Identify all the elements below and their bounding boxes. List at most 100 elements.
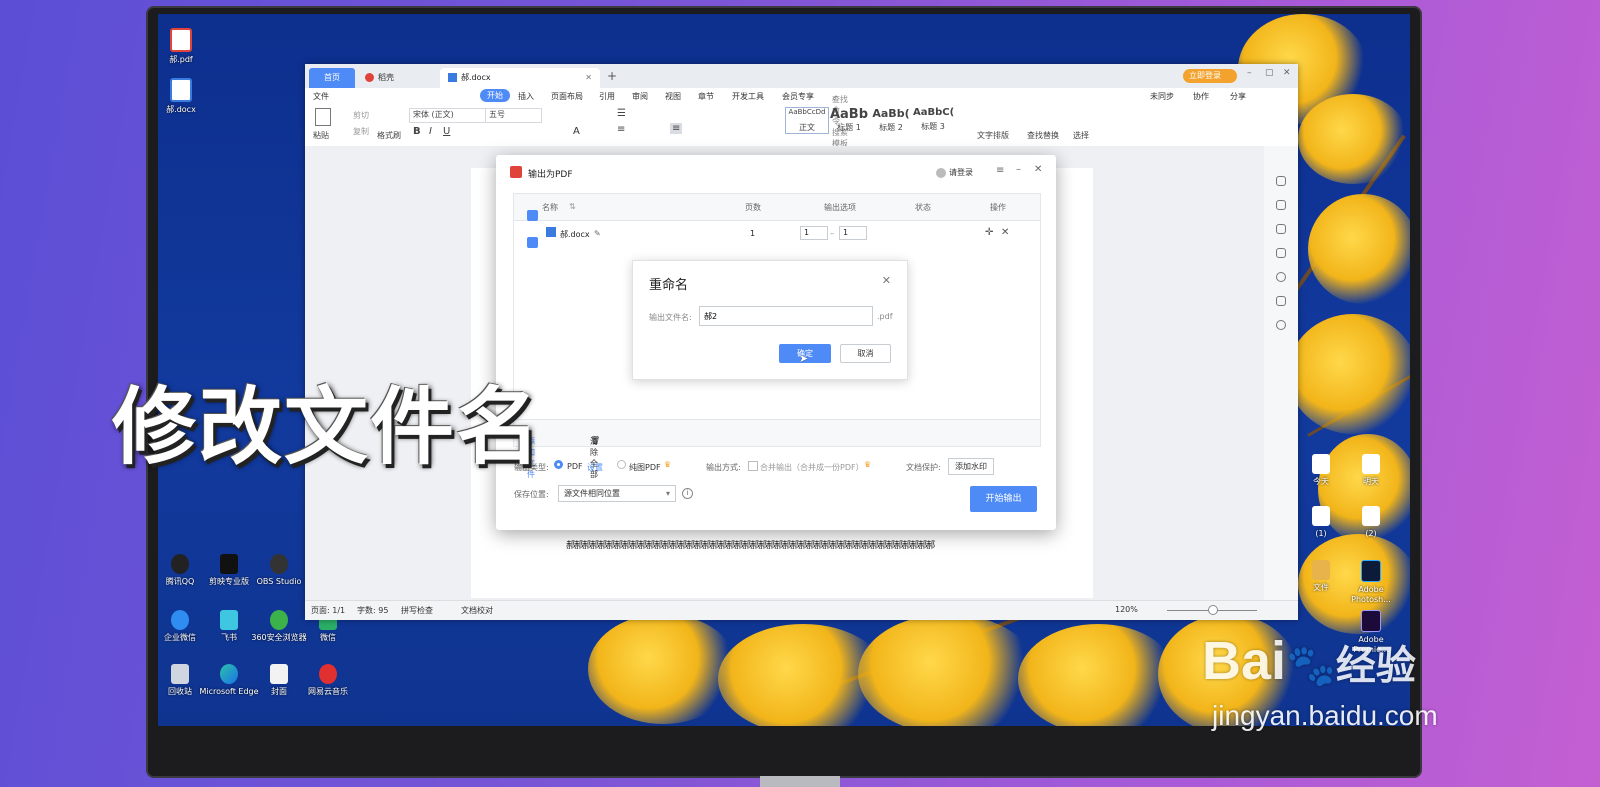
type-pdf-label: PDF [567,462,583,471]
menu-icon[interactable]: ≡ [996,165,1004,176]
sync-status[interactable]: 未同步 [1150,91,1174,102]
help-icon[interactable] [1276,272,1286,282]
menu-file[interactable]: 文件 [313,91,329,102]
close-icon[interactable]: ✕ [1034,164,1042,175]
style-heading-2[interactable]: AaBb(标题 2 [871,107,911,133]
style-label: 标题 2 [879,123,903,132]
close-icon[interactable]: ✕ [585,68,592,88]
text-layout-button[interactable]: 文字排版 [977,130,1009,141]
info-icon[interactable]: i [682,488,693,499]
justify-icon[interactable]: ≡ [670,123,683,134]
font-size-select[interactable]: 五号 [485,108,542,123]
filename-input[interactable] [699,306,873,326]
desktop-icon-tomorrow[interactable]: 明天 [1340,454,1402,487]
paste-icon [315,108,331,126]
edit-name-icon[interactable]: ✎ [594,229,601,238]
radio-image-pdf[interactable] [617,460,626,469]
share-button[interactable]: 分享 [1230,91,1246,102]
desktop-icon-pdf[interactable]: 郝.pdf [158,28,212,65]
rename-title: 重命名 [649,278,689,293]
minimize-icon[interactable]: – [1016,164,1021,175]
cut-button[interactable]: 剪切 [353,110,369,121]
zoom-slider-handle[interactable] [1208,605,1218,615]
paste-button[interactable]: 粘贴 [313,130,329,141]
spellcheck-button[interactable]: 拼写检查 [401,605,433,616]
menu-member[interactable]: 会员专享 [782,91,814,102]
desktop-icon-netease[interactable]: 网易云音乐 [297,664,359,697]
close-window-icon[interactable]: ✕ [1283,68,1291,78]
photoshop-icon [1361,560,1381,582]
row-file-name: 郝.docx [560,230,590,239]
font-color-icon[interactable]: A [573,126,580,137]
merge-label: 合并输出（合并成一份PDF） [760,463,864,472]
cursor-icon[interactable] [1276,224,1286,234]
style-heading-3[interactable]: AaBbC(标题 3 [913,107,954,132]
desktop-icon-photoshop[interactable]: Adobe Photosh... [1340,560,1402,605]
find-replace-button[interactable]: 查找替换 [1027,130,1059,141]
radio-pdf[interactable] [554,460,563,469]
settings-link[interactable]: 设置 [587,462,603,473]
dialog-login[interactable]: 请登录 [936,167,973,178]
italic-icon[interactable]: I [429,126,432,137]
page-from-input[interactable]: 1 [800,226,828,240]
menu-page-layout[interactable]: 页面布局 [551,91,583,102]
360-browser-icon [270,610,288,630]
menu-dev-tools[interactable]: 开发工具 [732,91,764,102]
tab-document[interactable]: 郝.docx ✕ [440,68,600,88]
new-tab-icon[interactable]: + [607,69,617,83]
sort-icon[interactable]: ⇅ [569,202,576,211]
save-location-select[interactable]: 源文件相同位置 ▾ [558,485,676,502]
tab-home[interactable]: 首页 [309,68,355,88]
bold-icon[interactable]: B [413,126,421,137]
style-heading-1[interactable]: AaBb 标题 1 [829,107,869,133]
page-to-input[interactable]: 1 [839,226,867,240]
login-label: 请登录 [949,168,973,177]
desktop-icon-obs[interactable]: OBS Studio [248,554,310,587]
underline-icon[interactable]: U [443,126,450,137]
word-count[interactable]: 字数: 95 [357,605,388,616]
add-watermark-button[interactable]: 添加水印 [948,458,994,475]
format-painter-button[interactable]: 格式刷 [377,130,401,141]
menu-start[interactable]: 开始 [480,89,510,102]
page-indicator: 页面: 1/1 [311,606,346,615]
tab-docer[interactable]: 稻壳 [357,68,437,88]
login-button[interactable]: 立即登录 [1183,69,1237,83]
right-toolbar [1264,146,1298,601]
minimize-icon[interactable]: – [1247,68,1252,78]
copy-button[interactable]: 复制 [353,126,369,137]
font-name-select[interactable]: 宋体 (正文) [409,108,486,123]
menu-section[interactable]: 章节 [698,91,714,102]
adjust-icon[interactable] [1276,248,1286,258]
desktop-icon-copy-2[interactable]: (2) [1340,506,1402,539]
menu-view[interactable]: 视图 [665,91,681,102]
select-button[interactable]: 选择 [1073,130,1089,141]
style-label: 标题 1 [837,123,861,132]
proofread-button[interactable]: 文档校对 [461,605,493,616]
location-icon[interactable] [1276,320,1286,330]
menu-reference[interactable]: 引用 [599,91,615,102]
style-icon[interactable] [1276,176,1286,186]
desktop-icon-docx[interactable]: 郝.docx [158,78,212,115]
feedback-icon[interactable] [1276,296,1286,306]
remove-icon[interactable]: ✕ [1001,227,1009,238]
pen-icon[interactable] [1276,200,1286,210]
caption-title: 修改文件名 [112,378,543,476]
align-left-icon[interactable]: ≡ [617,124,625,135]
col-name[interactable]: 名称 [542,202,558,213]
bullet-list-icon[interactable]: ☰ [617,108,626,119]
maximize-icon[interactable]: ▢ [1265,68,1274,78]
start-export-button[interactable]: 开始输出 [970,486,1037,512]
menu-insert[interactable]: 插入 [518,91,534,102]
move-icon[interactable]: ✛ [985,227,993,238]
menu-review[interactable]: 审阅 [632,91,648,102]
cancel-button[interactable]: 取消 [840,344,891,363]
desktop-icon-label: Adobe Photosh... [1351,585,1391,604]
style-normal[interactable]: AaBbCcDd 正文 [785,107,829,134]
merge-checkbox[interactable] [748,461,758,471]
dialog-title: 输出为PDF [528,170,573,180]
zoom-level[interactable]: 120% [1115,605,1138,614]
filename-label: 输出文件名: [649,313,692,322]
close-icon[interactable]: ✕ [882,274,891,287]
collab-button[interactable]: 协作 [1193,91,1209,102]
qq-icon [171,554,189,574]
